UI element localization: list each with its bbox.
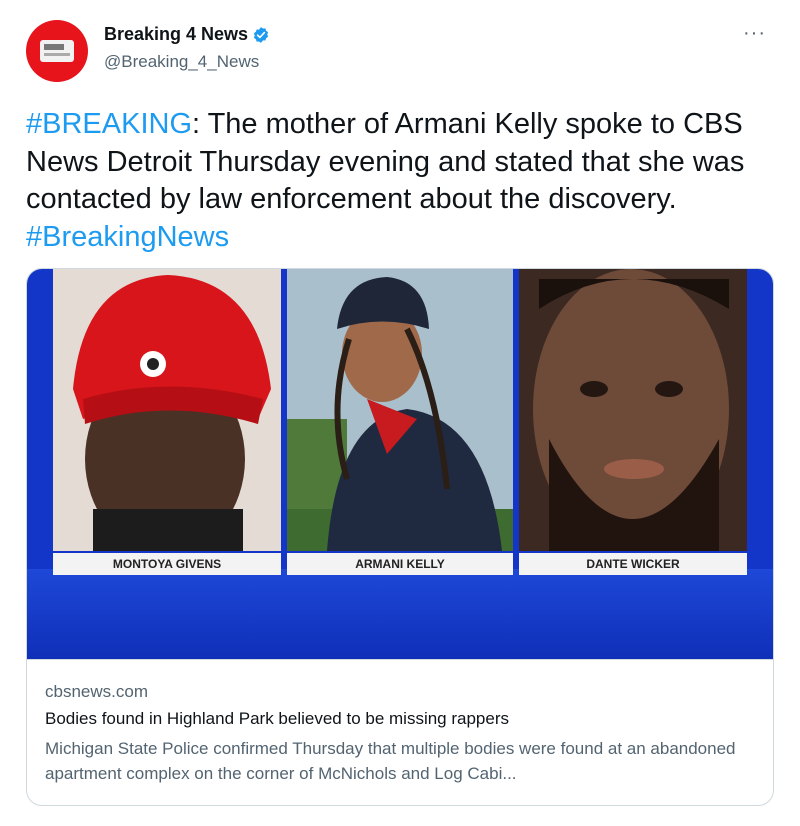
card-image[interactable]: MONTOYA GIVENS ARMANI KELLY DANTE WICKER bbox=[27, 269, 773, 659]
photo-armani-kelly bbox=[287, 269, 513, 551]
photo-montoya-givens bbox=[53, 269, 281, 551]
media-background bbox=[27, 569, 773, 659]
card-title: Bodies found in Highland Park believed t… bbox=[45, 709, 509, 728]
link-card[interactable]: MONTOYA GIVENS ARMANI KELLY DANTE WICKER… bbox=[26, 268, 774, 806]
tweet-text: #BREAKING: The mother of Armani Kelly sp… bbox=[26, 106, 766, 256]
nameplate-dante-wicker: DANTE WICKER bbox=[519, 553, 747, 575]
author-display-name[interactable]: Breaking 4 News bbox=[104, 24, 248, 45]
card-info[interactable]: cbsnews.com Bodies found in Highland Par… bbox=[27, 659, 773, 805]
more-options-icon[interactable]: ··· bbox=[743, 22, 766, 45]
author-avatar[interactable] bbox=[26, 20, 88, 82]
nameplate-armani-kelly: ARMANI KELLY bbox=[287, 553, 513, 575]
author-handle[interactable]: @Breaking_4_News bbox=[104, 52, 259, 72]
card-domain: cbsnews.com bbox=[45, 682, 148, 701]
photo-dante-wicker bbox=[519, 269, 747, 551]
hashtag-breaking[interactable]: #BREAKING bbox=[26, 108, 192, 140]
tv-icon bbox=[40, 40, 74, 62]
verified-badge-icon bbox=[254, 26, 269, 43]
card-description: Michigan State Police confirmed Thursday… bbox=[45, 739, 736, 783]
nameplate-montoya-givens: MONTOYA GIVENS bbox=[53, 553, 281, 575]
author-name-row: Breaking 4 News bbox=[104, 24, 270, 45]
hashtag-breakingnews[interactable]: #BreakingNews bbox=[26, 221, 229, 253]
